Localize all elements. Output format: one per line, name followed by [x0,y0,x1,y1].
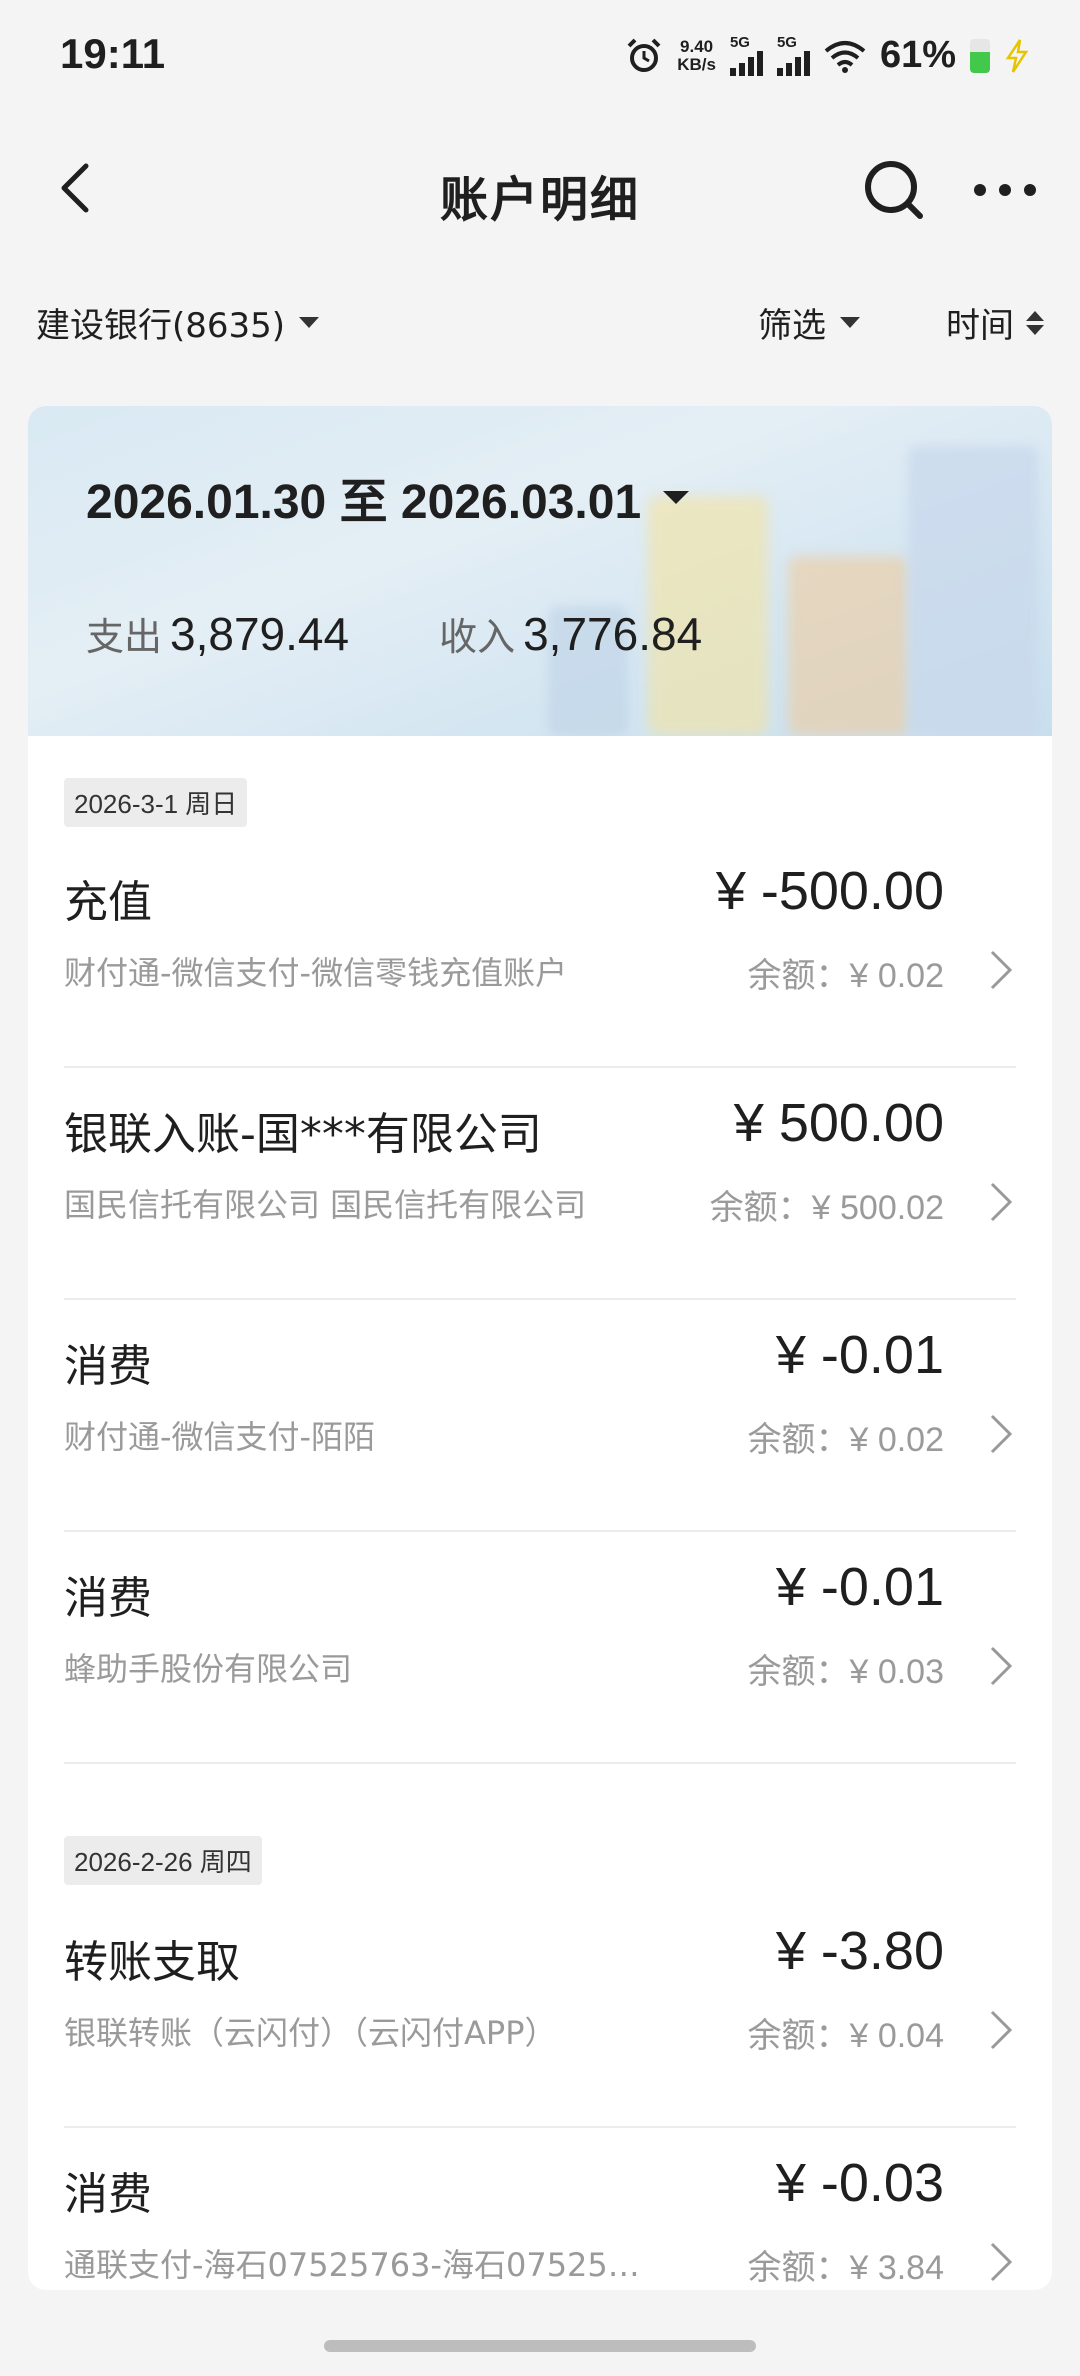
signal-icon: 5G [776,34,810,76]
chevron-down-icon [840,317,860,328]
transaction-name: 消费 [64,2169,152,2220]
transaction-amount: ¥ -3.80 [775,1921,944,1981]
net-speed-value: 9.40 [680,36,714,56]
date-range-label: 2026.01.30 至 2026.03.01 [86,476,642,529]
chevron-right-icon [990,2242,1013,2282]
date-header: 2026-3-1 周日 [64,778,248,827]
signal-icon: 5G [729,34,763,76]
date-range-selector[interactable]: 2026.01.30 至 2026.03.01 [86,462,690,532]
account-selector[interactable]: 建设银行(8635) [36,298,320,347]
transaction-row[interactable]: 充值 财付通-微信支付-微信零钱充值账户 ¥ -500.00 余额：¥ 0.02 [64,836,1016,1068]
transaction-name: 充值 [64,877,152,928]
transaction-amount: ¥ -500.00 [715,861,944,921]
transaction-row[interactable]: 消费 财付通-微信支付-陌陌 ¥ -0.01 余额：¥ 0.02 [64,1300,1016,1532]
filter-button[interactable]: 筛选 [758,298,860,347]
transaction-amount: ¥ 500.00 [733,1093,944,1153]
transaction-amount: ¥ -0.01 [775,1557,944,1617]
summary-totals: 支出 3,879.44 收入 3,776.84 [86,606,702,661]
transaction-amount: ¥ -0.03 [775,2153,944,2213]
transaction-desc: 财付通-微信支付-微信零钱充值账户 [64,954,568,992]
transaction-name: 消费 [64,1573,152,1624]
net-speed: 9.40 KB/s [677,36,716,74]
transaction-balance: 余额：¥ 0.02 [747,1420,944,1460]
expense-value: 3,879.44 [170,608,350,660]
chevron-right-icon [990,1414,1013,1454]
status-icons: 9.40 KB/s 5G 5G 61% [625,34,1030,77]
transaction-row[interactable]: 转账支取 银联转账（云闪付）（云闪付APP） ¥ -3.80 余额：¥ 0.04 [64,1896,1016,2128]
chevron-right-icon [990,1182,1013,1222]
income-value: 3,776.84 [523,608,703,660]
income-total: 收入 3,776.84 [439,606,702,661]
transaction-amount: ¥ -0.01 [775,1325,944,1385]
transaction-desc: 国民信托有限公司 国民信托有限公司 [64,1186,587,1224]
chevron-right-icon [990,950,1013,990]
wifi-icon [824,40,866,73]
sim1-tag: 5G [729,34,750,51]
summary-banner: 2026.01.30 至 2026.03.01 支出 3,879.44 收入 3,7… [28,406,1052,736]
app-header: 账户明细 [0,140,1080,240]
income-label: 收入 [439,615,516,659]
sort-icon [1026,310,1044,335]
sort-button[interactable]: 时间 [946,298,1044,347]
transaction-balance: 余额：¥ 0.03 [747,1652,944,1692]
alarm-icon [627,38,661,72]
transaction-row[interactable]: 消费 蜂助手股份有限公司 ¥ -0.01 余额：¥ 0.03 [64,1532,1016,1764]
status-time: 19:11 [60,30,166,77]
net-speed-unit: KB/s [677,54,716,74]
date-header: 2026-2-26 周四 [64,1836,262,1885]
transaction-row[interactable]: 银联入账-国***有限公司 国民信托有限公司 国民信托有限公司 ¥ 500.00… [64,1068,1016,1300]
transaction-desc: 财付通-微信支付-陌陌 [64,1418,376,1456]
transaction-name: 消费 [64,1341,152,1392]
battery-percent: 61% [879,34,956,76]
transaction-desc: 通联支付-海石07525763-海石07525… [64,2246,640,2284]
sort-label: 时间 [946,306,1014,346]
chevron-right-icon [990,1646,1013,1686]
chevron-down-icon [663,490,690,504]
expense-total: 支出 3,879.44 [86,606,349,661]
charging-icon [1005,38,1029,73]
expense-label: 支出 [86,615,163,659]
more-icon[interactable] [970,160,1040,220]
transaction-desc: 银联转账（云闪付）（云闪付APP） [64,2014,557,2052]
transaction-name: 转账支取 [64,1937,240,1988]
search-icon[interactable] [860,156,928,224]
chevron-down-icon [299,317,320,328]
home-indicator[interactable] [324,2340,756,2352]
filter-bar: 建设银行(8635) 筛选 时间 [0,290,1080,350]
transaction-desc: 蜂助手股份有限公司 [64,1650,353,1688]
transaction-balance: 余额：¥ 500.02 [709,1188,944,1228]
battery-icon [970,38,990,73]
transaction-balance: 余额：¥ 3.84 [747,2248,944,2288]
filter-label: 筛选 [758,306,826,346]
transaction-row[interactable]: 消费 通联支付-海石07525763-海石07525… ¥ -0.03 余额：¥… [64,2128,1016,2290]
account-label: 建设银行(8635) [36,306,286,346]
transaction-balance: 余额：¥ 0.02 [747,956,944,996]
transactions-card: 2026.01.30 至 2026.03.01 支出 3,879.44 收入 3,7… [28,406,1052,2290]
status-bar: 19:11 9.40 KB/s 5G 5G 61% [0,0,1080,120]
sim2-tag: 5G [776,34,797,51]
transaction-name: 银联入账-国***有限公司 [64,1109,542,1160]
transaction-balance: 余额：¥ 0.04 [747,2016,944,2056]
chevron-right-icon [990,2010,1013,2050]
